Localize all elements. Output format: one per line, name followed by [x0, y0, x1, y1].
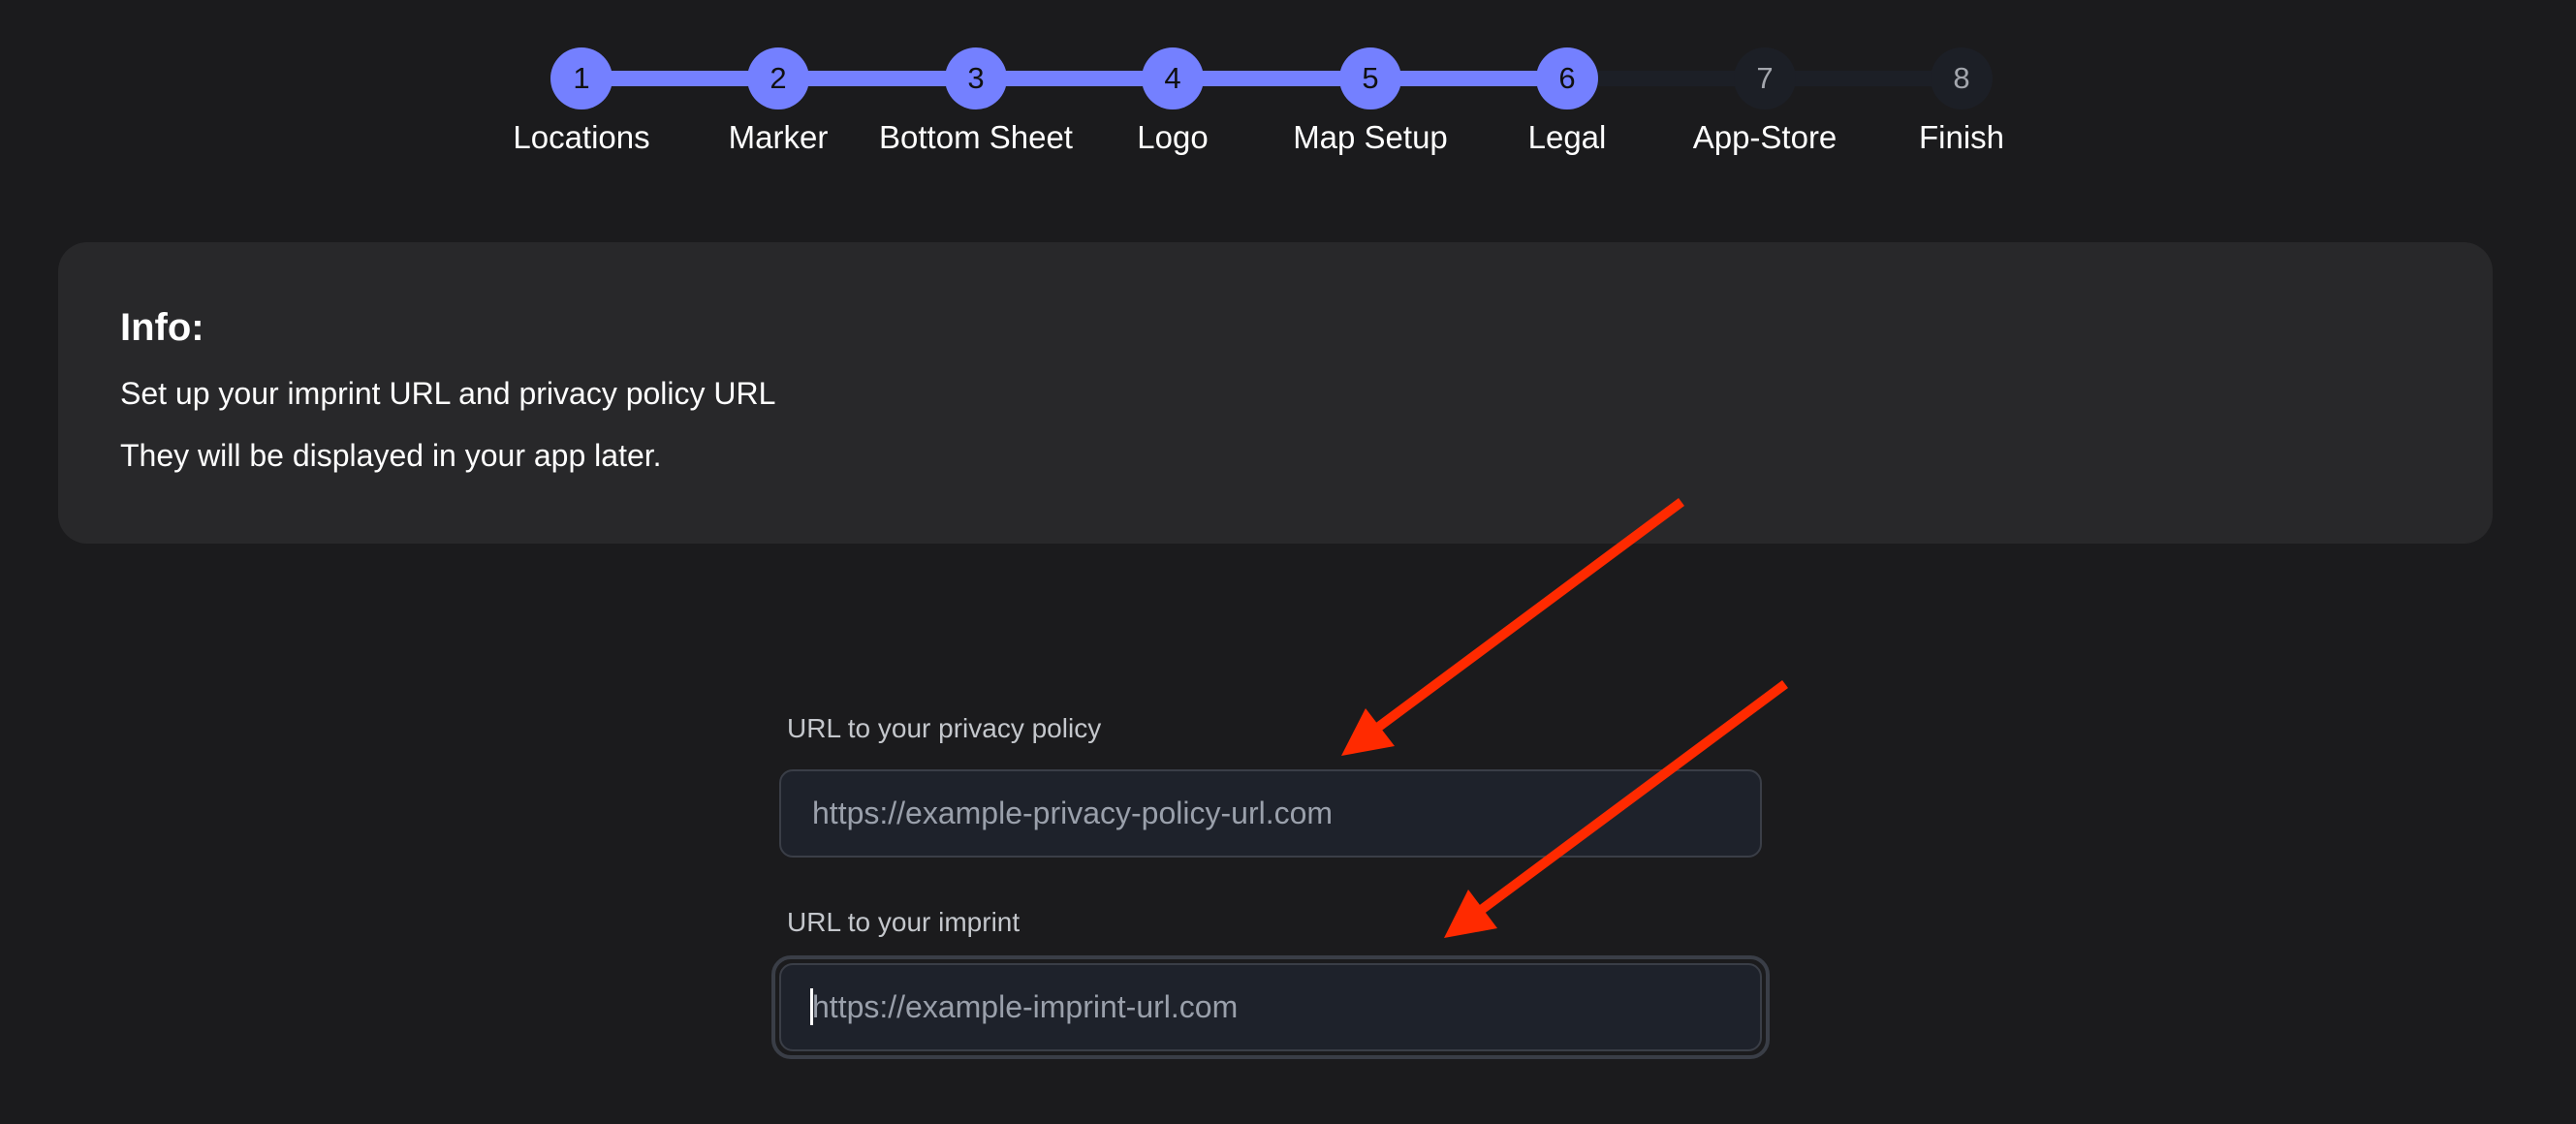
step-finish[interactable]: 8 Finish: [1865, 47, 2058, 156]
step-number-badge: 8: [1931, 47, 1993, 109]
step-label: Legal: [1527, 119, 1607, 155]
info-text-line: Set up your imprint URL and privacy poli…: [120, 376, 776, 411]
imprint-label: URL to your imprint: [787, 907, 1021, 937]
step-label: Locations: [513, 119, 650, 155]
step-label: Finish: [1918, 119, 2005, 155]
arrow-head-icon: [1444, 890, 1497, 938]
step-label: Logo: [1137, 119, 1209, 155]
step-number-badge: 5: [1339, 47, 1401, 109]
progress-stepper: 1 Locations 2 Marker 3 Bottom Sheet 4 Lo…: [0, 0, 2576, 194]
step-label: Map Setup: [1293, 119, 1448, 155]
text-caret: [810, 988, 813, 1025]
step-locations[interactable]: 1 Locations: [485, 47, 678, 156]
privacy-policy-label: URL to your privacy policy: [787, 713, 1102, 743]
step-label: Marker: [728, 119, 829, 155]
step-logo[interactable]: 4 Logo: [1076, 47, 1270, 156]
arrow-head-icon: [1341, 708, 1395, 756]
info-panel: Info: Set up your imprint URL and privac…: [58, 242, 2493, 544]
step-number-badge: 6: [1536, 47, 1598, 109]
step-label: App-Store: [1692, 119, 1838, 155]
step-label: Bottom Sheet: [879, 119, 1073, 155]
legal-setup-page: 1 Locations 2 Marker 3 Bottom Sheet 4 Lo…: [0, 0, 2576, 1124]
step-map-setup[interactable]: 5 Map Setup: [1273, 47, 1467, 156]
step-number-badge: 7: [1734, 47, 1796, 109]
step-marker[interactable]: 2 Marker: [681, 47, 875, 156]
info-title: Info:: [120, 306, 204, 349]
step-number-badge: 3: [945, 47, 1007, 109]
imprint-url-input[interactable]: [779, 963, 1762, 1051]
step-number-badge: 1: [550, 47, 613, 109]
step-number-badge: 4: [1142, 47, 1204, 109]
step-bottom-sheet[interactable]: 3 Bottom Sheet: [879, 47, 1073, 156]
step-number-badge: 2: [747, 47, 809, 109]
info-text-line: They will be displayed in your app later…: [120, 438, 662, 473]
step-legal[interactable]: 6 Legal: [1470, 47, 1664, 156]
step-app-store[interactable]: 7 App-Store: [1668, 47, 1862, 156]
privacy-policy-url-input[interactable]: [779, 769, 1762, 858]
